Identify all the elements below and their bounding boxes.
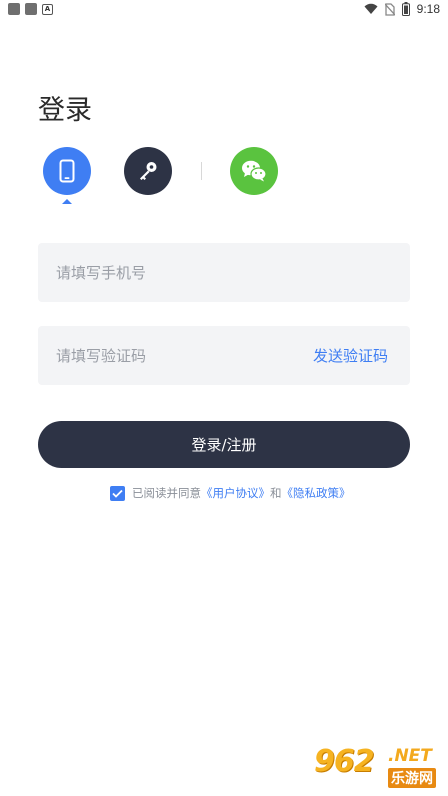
- login-method-password[interactable]: [124, 147, 172, 195]
- status-right-icons: 9:18: [364, 2, 440, 16]
- active-method-indicator: [62, 199, 72, 204]
- phone-field: [38, 243, 410, 302]
- battery-icon: [401, 2, 410, 16]
- checkmark-icon: [112, 489, 123, 498]
- agreement-conjunction: 和: [270, 486, 282, 500]
- status-bar: A 9:18: [0, 0, 448, 20]
- send-code-button[interactable]: 发送验证码: [313, 345, 388, 366]
- a-icon: A: [42, 3, 53, 15]
- privacy-policy-link[interactable]: 《隐私政策》: [282, 485, 351, 501]
- notification-icon: [25, 3, 37, 15]
- login-method-wechat[interactable]: [230, 147, 278, 195]
- watermark-number: 962: [314, 744, 375, 779]
- status-time: 9:18: [416, 2, 440, 16]
- status-left-icons: A: [8, 3, 53, 15]
- agreement-checkbox[interactable]: [110, 485, 125, 501]
- agreement-row: 已阅读并同意 《用户协议》 和 《隐私政策》: [110, 485, 351, 501]
- wifi-icon: [364, 3, 378, 14]
- wechat-icon: [242, 160, 267, 182]
- verification-code-field: 发送验证码: [38, 326, 410, 385]
- watermark-site-name: 乐游网: [388, 768, 436, 788]
- user-agreement-link[interactable]: 《用户协议》: [201, 485, 270, 501]
- notification-icon: [8, 3, 20, 15]
- phone-icon: [59, 159, 75, 183]
- login-method-phone[interactable]: [43, 147, 91, 195]
- site-watermark: 962 .NET 乐游网: [310, 742, 442, 790]
- phone-input[interactable]: [56, 243, 306, 302]
- verification-code-input[interactable]: [56, 326, 306, 385]
- page-title: 登录: [38, 95, 92, 126]
- method-divider: [201, 162, 202, 180]
- agreement-prefix: 已阅读并同意: [132, 486, 201, 500]
- watermark-suffix: .NET: [388, 746, 432, 766]
- no-sim-icon: [384, 2, 395, 16]
- login-register-button[interactable]: 登录/注册: [38, 421, 410, 468]
- key-icon: [140, 162, 157, 180]
